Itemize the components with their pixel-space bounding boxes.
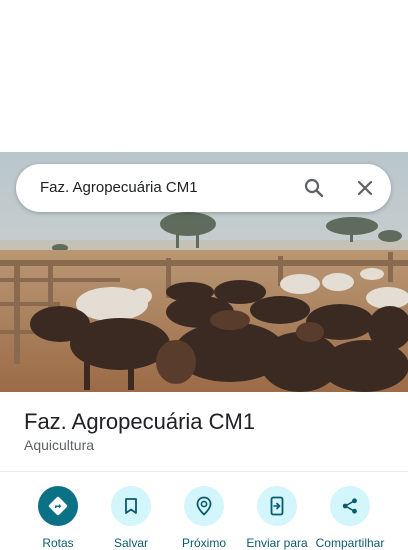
- place-title: Faz. Agropecuária CM1: [24, 409, 256, 434]
- share-button[interactable]: Compartilhar: [310, 486, 390, 550]
- share-label: Compartilhar: [315, 536, 385, 550]
- nearby-label: Próximo: [181, 536, 226, 550]
- nearby-icon: [184, 486, 224, 526]
- directions-button[interactable]: Rotas: [18, 486, 98, 550]
- search-input[interactable]: Faz. Agropecuária CM1: [40, 179, 198, 196]
- send-to-phone-label: Enviar para: [246, 536, 308, 550]
- divider: [0, 471, 408, 472]
- bookmark-icon: [111, 486, 151, 526]
- save-label: Salvar: [113, 536, 148, 550]
- nearby-button[interactable]: Próximo: [164, 486, 244, 550]
- close-icon[interactable]: [353, 176, 377, 200]
- save-button[interactable]: Salvar: [91, 486, 171, 550]
- directions-icon: [38, 486, 78, 526]
- search-icon[interactable]: [302, 176, 326, 200]
- send-to-phone-button[interactable]: Enviar para: [237, 486, 317, 550]
- action-bar: Rotas Salvar Próximo Enviar para Compart…: [0, 486, 408, 550]
- share-icon: [330, 486, 370, 526]
- place-category: Aquicultura: [24, 437, 95, 453]
- search-bar[interactable]: Faz. Agropecuária CM1: [16, 164, 391, 212]
- send-to-phone-icon: [257, 486, 297, 526]
- directions-label: Rotas: [42, 536, 74, 550]
